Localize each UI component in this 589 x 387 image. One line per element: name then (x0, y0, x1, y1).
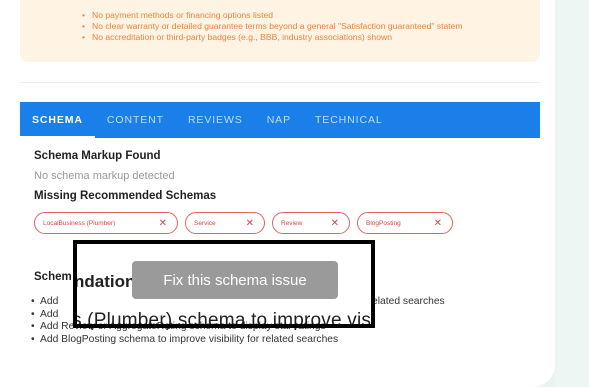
recommendation-item: Add BlogPosting schema to improve visibi… (31, 334, 338, 347)
issue-item: No payment methods or financing options … (82, 10, 540, 21)
recommendation-text: Add (40, 296, 59, 307)
issues-list: No payment methods or financing options … (20, 0, 540, 43)
recommendations-title: Schem (34, 271, 72, 283)
tab-nap[interactable]: NAP (255, 102, 303, 138)
tab-schema[interactable]: SCHEMA (20, 102, 95, 138)
issues-warning-box: No payment methods or financing options … (20, 0, 540, 62)
close-icon[interactable]: ✕ (159, 218, 167, 229)
issue-item: No accreditation or third-party badges (… (82, 32, 540, 43)
schema-found-title: Schema Markup Found (34, 150, 161, 162)
tab-reviews[interactable]: REVIEWS (176, 102, 255, 138)
chip-blogposting[interactable]: BlogPosting ✕ (357, 212, 453, 234)
tab-technical[interactable]: TECHNICAL (303, 102, 395, 138)
close-icon[interactable]: ✕ (246, 218, 254, 229)
schema-found-text: No schema markup detected (34, 170, 175, 182)
chip-label: Review (281, 219, 303, 227)
missing-schemas-title: Missing Recommended Schemas (34, 190, 217, 202)
section-divider (20, 82, 540, 83)
chip-review[interactable]: Review ✕ (272, 212, 350, 234)
close-icon[interactable]: ✕ (331, 218, 339, 229)
report-card: No payment methods or financing options … (0, 0, 555, 387)
issue-item: No clear warranty or detailed guarantee … (82, 21, 540, 32)
page-background-strip (555, 0, 589, 387)
chip-label: Service (194, 219, 216, 227)
tab-content[interactable]: CONTENT (95, 102, 176, 138)
chip-label: LocalBusiness (Plumber) (43, 219, 116, 227)
close-icon[interactable]: ✕ (434, 218, 442, 229)
schema-panel: Schema Markup Found No schema markup det… (34, 150, 534, 234)
chip-service[interactable]: Service ✕ (185, 212, 265, 234)
highlight-frame (73, 240, 375, 328)
analysis-tabs: SCHEMA CONTENT REVIEWS NAP TECHNICAL (20, 102, 540, 138)
recommendation-tail: elated searches (372, 296, 445, 307)
missing-schema-chips: LocalBusiness (Plumber) ✕ Service ✕ Revi… (34, 212, 534, 234)
chip-label: BlogPosting (366, 219, 401, 227)
chip-localbusiness[interactable]: LocalBusiness (Plumber) ✕ (34, 212, 178, 234)
